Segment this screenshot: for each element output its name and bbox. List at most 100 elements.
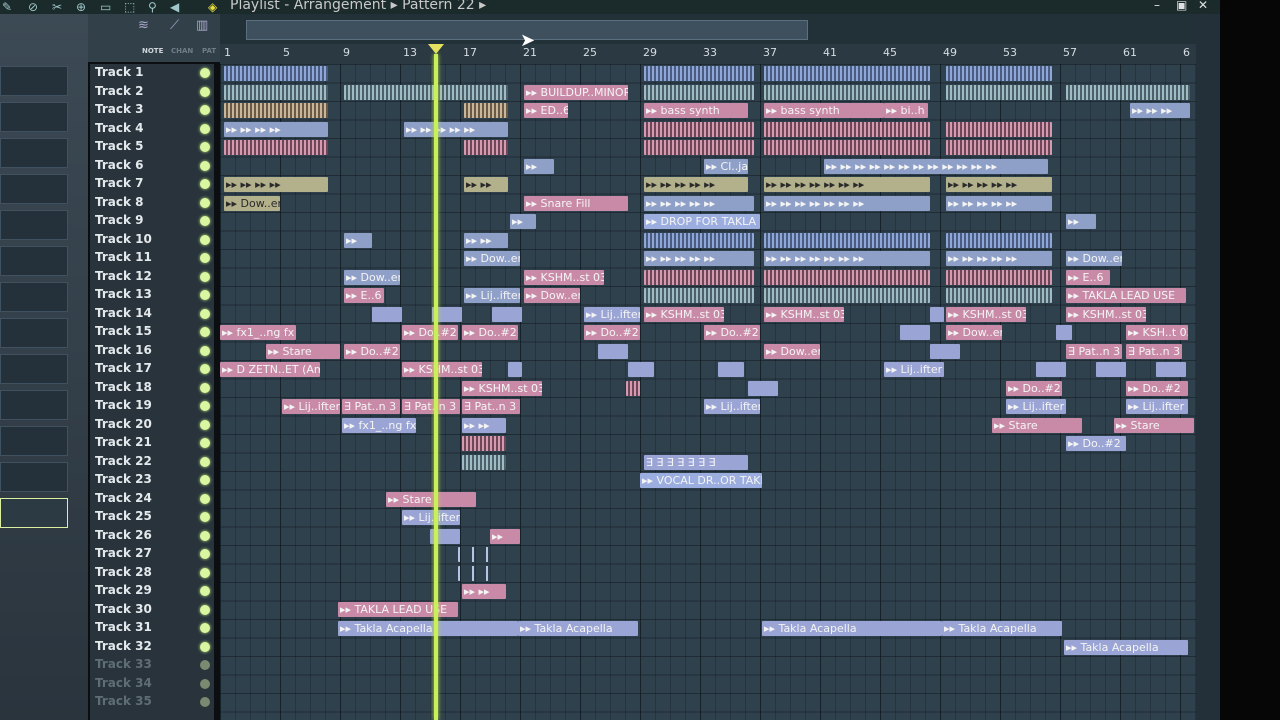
track-header[interactable]: Track 21 bbox=[90, 434, 214, 452]
pattern-clip[interactable]: ▸▸ bass synth bbox=[644, 103, 748, 118]
pattern-clip[interactable]: ▸▸ KSHM..st 03 bbox=[402, 362, 482, 377]
pattern-clip[interactable]: ▸▸ ▸▸ bbox=[462, 584, 506, 599]
audio-clip[interactable] bbox=[644, 85, 754, 100]
pattern-clip[interactable]: ▸▸ ▸▸ ▸▸ ▸▸ ▸▸ bbox=[946, 251, 1052, 266]
pattern-clip[interactable]: ▸▸ E..6 bbox=[1066, 270, 1110, 285]
arrangement-grid[interactable]: ▸▸ BUILDUP..MINOR ▸▸ ED..6 ▸▸ bass synth… bbox=[220, 64, 1196, 720]
picker-item[interactable] bbox=[0, 318, 68, 348]
pattern-clip[interactable]: ▸▸ bbox=[524, 159, 554, 174]
track-led-icon[interactable] bbox=[200, 475, 210, 485]
pattern-clip[interactable] bbox=[764, 140, 930, 155]
time-ruler[interactable]: 1 5 9 13 17 21 25 29 33 37 41 45 49 53 5… bbox=[220, 44, 1196, 65]
mute-icon[interactable]: ⊘ bbox=[28, 0, 38, 14]
audio-clip[interactable] bbox=[1066, 85, 1190, 100]
audio-clip[interactable] bbox=[492, 307, 522, 322]
pattern-clip[interactable]: ▸▸ ▸▸ ▸▸ ▸▸ ▸▸ ▸▸ ▸▸ bbox=[764, 196, 930, 211]
playhead-marker-icon[interactable] bbox=[428, 44, 444, 54]
audio-clip[interactable] bbox=[930, 344, 960, 359]
audio-clip[interactable]: ▸▸ Takla Acapella bbox=[1064, 640, 1188, 655]
picker-item[interactable] bbox=[0, 210, 68, 240]
picker-item[interactable] bbox=[0, 246, 68, 276]
track-header[interactable]: Track 19 bbox=[90, 397, 214, 415]
pattern-clip[interactable]: ∃ Pat..n 3 bbox=[1126, 344, 1182, 359]
picker-item[interactable] bbox=[0, 102, 68, 132]
audio-clip[interactable] bbox=[1156, 362, 1186, 377]
track-header[interactable]: Track 28 bbox=[90, 564, 214, 582]
track-header[interactable]: Track 26 bbox=[90, 527, 214, 545]
pattern-clip[interactable]: ▸▸ ▸▸ ▸▸ bbox=[1130, 103, 1190, 118]
audio-clip[interactable]: ▸▸ Lij..ifter bbox=[584, 307, 640, 322]
track-led-icon[interactable] bbox=[200, 493, 210, 504]
picker-item[interactable] bbox=[0, 138, 68, 168]
link-icon[interactable]: ⟋ bbox=[170, 18, 179, 33]
pattern-clip[interactable]: ∃ Pat..n 3 bbox=[462, 399, 520, 414]
pattern-clip[interactable] bbox=[764, 233, 930, 248]
track-led-icon[interactable] bbox=[200, 419, 210, 430]
track-header[interactable]: Track 23 bbox=[90, 471, 214, 489]
track-led-icon[interactable] bbox=[200, 327, 210, 337]
pattern-clip[interactable] bbox=[224, 140, 328, 155]
track-header[interactable]: Track 29 bbox=[90, 582, 214, 600]
track-led-icon[interactable] bbox=[200, 604, 210, 615]
pattern-clip[interactable]: ▸▸ bbox=[490, 529, 520, 544]
audio-clip[interactable]: ▸▸ fx1_..ng fx bbox=[342, 418, 416, 433]
pattern-clip[interactable]: ▸▸ Do..#2 bbox=[584, 325, 640, 340]
pattern-clip[interactable]: ▸▸ TAKLA LEAD USE bbox=[1066, 288, 1186, 303]
pattern-clip[interactable]: ▸▸ Dow..er bbox=[224, 196, 280, 211]
track-led-icon[interactable] bbox=[200, 641, 210, 652]
audio-clip[interactable] bbox=[946, 288, 1052, 303]
track-led-icon[interactable] bbox=[200, 345, 210, 356]
pattern-clip[interactable]: ▸▸ Stare bbox=[992, 418, 1082, 433]
pattern-clip[interactable]: ▸▸ Dow..er bbox=[464, 251, 520, 266]
pattern-clip[interactable]: ▸▸ fx1_..ng fx bbox=[220, 325, 296, 340]
pattern-clip[interactable] bbox=[224, 66, 328, 81]
pattern-clip[interactable] bbox=[946, 270, 1052, 285]
pattern-clip[interactable] bbox=[626, 381, 640, 396]
pattern-clip[interactable]: ▸▸ Do..#2 bbox=[344, 344, 400, 359]
select-region-icon[interactable]: ⬚ bbox=[124, 0, 135, 14]
pattern-clip[interactable]: ∃ Pat..n 3 bbox=[1066, 344, 1122, 359]
track-led-icon[interactable] bbox=[200, 549, 210, 559]
pattern-clip[interactable]: ▸▸ Dow..er bbox=[764, 344, 820, 359]
audio-clip[interactable]: ▸▸ Lij..ifter bbox=[1006, 399, 1066, 414]
audio-clip[interactable]: ▸▸ Lij..ifter bbox=[1126, 399, 1188, 414]
pattern-clip[interactable] bbox=[946, 122, 1052, 137]
speaker-icon[interactable]: ◀ bbox=[170, 0, 179, 14]
pattern-clip[interactable] bbox=[644, 66, 754, 81]
pattern-clip[interactable]: ▸▸ ▸▸ ▸▸ ▸▸ ▸▸ bbox=[404, 122, 508, 137]
audio-clip[interactable] bbox=[508, 362, 522, 377]
pattern-clip[interactable]: ▸▸ Stare bbox=[266, 344, 340, 359]
audio-clip[interactable]: ∃ ∃ ∃ ∃ ∃ ∃ ∃ bbox=[644, 455, 748, 470]
pattern-clip[interactable]: ▸▸ Stare bbox=[386, 492, 476, 507]
note-label[interactable]: NOTE bbox=[142, 47, 163, 55]
track-led-icon[interactable] bbox=[200, 86, 210, 97]
audio-clip[interactable]: ▸▸ Lij..ifter bbox=[402, 510, 460, 525]
pattern-clip[interactable] bbox=[224, 103, 328, 118]
pattern-clip[interactable]: ▸▸ ▸▸ ▸▸ ▸▸ bbox=[224, 122, 328, 137]
pattern-clip[interactable]: ▸▸ Dow..er bbox=[946, 325, 1002, 340]
track-led-icon[interactable] bbox=[200, 308, 210, 319]
audio-clip[interactable] bbox=[1056, 325, 1072, 340]
pattern-clip[interactable] bbox=[644, 140, 754, 155]
pattern-clip[interactable]: ▸▸ KSHM..st 03 bbox=[644, 307, 724, 322]
track-header[interactable]: Track 7 bbox=[90, 175, 214, 193]
pattern-clip[interactable] bbox=[764, 122, 930, 137]
track-header[interactable]: Track 20 bbox=[90, 416, 214, 434]
pattern-clip[interactable]: ▸▸ Do..#2 bbox=[462, 325, 518, 340]
audio-clip[interactable]: ▸▸ Takla Acapella bbox=[762, 621, 942, 636]
track-led-icon[interactable] bbox=[200, 105, 210, 115]
track-led-icon[interactable] bbox=[200, 216, 210, 226]
pattern-clip[interactable]: ▸▸ BUILDUP..MINOR bbox=[524, 85, 628, 100]
track-led-icon[interactable] bbox=[200, 253, 210, 263]
track-header[interactable]: Track 13 bbox=[90, 286, 214, 304]
pattern-clip[interactable]: ▸▸ Dow..er bbox=[344, 270, 400, 285]
track-led-icon[interactable] bbox=[200, 456, 210, 467]
track-header[interactable]: Track 27 bbox=[90, 545, 214, 563]
track-led-icon[interactable] bbox=[200, 271, 210, 282]
audio-clip[interactable] bbox=[718, 362, 744, 377]
track-header[interactable]: Track 9 bbox=[90, 212, 214, 230]
pattern-clip[interactable]: ▸▸ bbox=[510, 214, 536, 229]
audio-clip[interactable] bbox=[344, 85, 508, 100]
overview-scrollbar[interactable] bbox=[220, 14, 1220, 44]
pattern-clip[interactable]: ▸▸ ▸▸ ▸▸ ▸▸ ▸▸ bbox=[946, 196, 1052, 211]
